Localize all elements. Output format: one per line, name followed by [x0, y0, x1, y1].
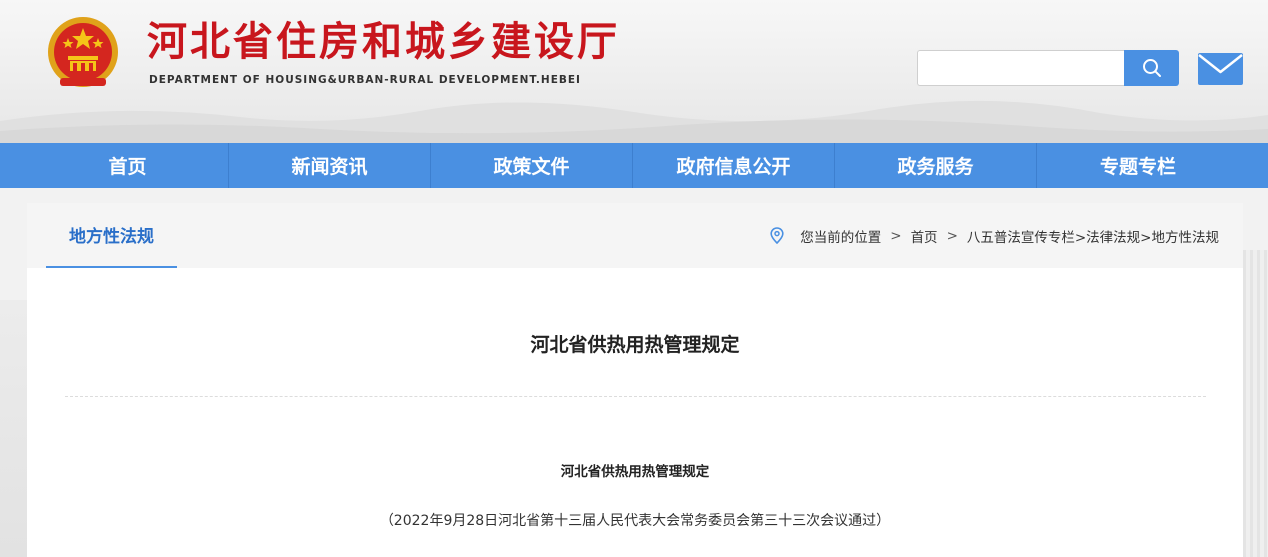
site-header: 河北省住房和城乡建设厅 DEPARTMENT OF HOUSING&URBAN-… [0, 0, 1268, 143]
search-icon [1142, 59, 1161, 77]
search-button[interactable] [1124, 50, 1179, 86]
left-decoration [0, 300, 27, 557]
right-decoration [1243, 250, 1268, 557]
breadcrumb-path-link[interactable]: 八五普法宣传专栏>法律法规>地方性法规 [967, 226, 1219, 246]
document-heading: 河北省供热用热管理规定 [560, 464, 710, 480]
breadcrumb-prefix: 您当前的位置 [800, 229, 882, 246]
nav-item-services[interactable]: 政务服务 [835, 143, 1037, 188]
section-header: 地方性法规 您当前的位置 > 首页 > 八五普法宣传专栏>法律法规>地方性法规 [27, 203, 1243, 268]
national-emblem-icon [46, 14, 120, 92]
breadcrumb: 您当前的位置 > 首页 > 八五普法宣传专栏>法律法规>地方性法规 [770, 203, 1219, 268]
location-pin-icon [770, 227, 784, 244]
document-note: （2022年9月28日河北省第十三届人民代表大会常务委员会第三十三次会议通过） [379, 513, 891, 529]
title-divider [65, 396, 1206, 397]
mountain-background [0, 100, 1268, 143]
breadcrumb-separator: > [890, 227, 902, 244]
nav-item-home[interactable]: 首页 [27, 143, 229, 188]
main-nav: 首页 新闻资讯 政策文件 政府信息公开 政务服务 专题专栏 [0, 143, 1268, 188]
section-tab[interactable]: 地方性法规 [46, 203, 177, 268]
site-title: 河北省住房和城乡建设厅 [147, 19, 620, 65]
nav-item-topics[interactable]: 专题专栏 [1037, 143, 1239, 188]
breadcrumb-separator: > [946, 227, 958, 244]
mail-button[interactable] [1198, 53, 1243, 85]
breadcrumb-home-link[interactable]: 首页 [911, 226, 938, 246]
mail-icon [1198, 53, 1243, 85]
nav-item-gov-info[interactable]: 政府信息公开 [633, 143, 835, 188]
article-title: 河北省供热用热管理规定 [530, 334, 740, 356]
site-subtitle: DEPARTMENT OF HOUSING&URBAN-RURAL DEVELO… [149, 74, 581, 86]
nav-item-news[interactable]: 新闻资讯 [229, 143, 431, 188]
search-input[interactable] [917, 50, 1124, 86]
content-card: 地方性法规 您当前的位置 > 首页 > 八五普法宣传专栏>法律法规>地方性法规 … [27, 203, 1243, 557]
nav-item-policy[interactable]: 政策文件 [431, 143, 633, 188]
